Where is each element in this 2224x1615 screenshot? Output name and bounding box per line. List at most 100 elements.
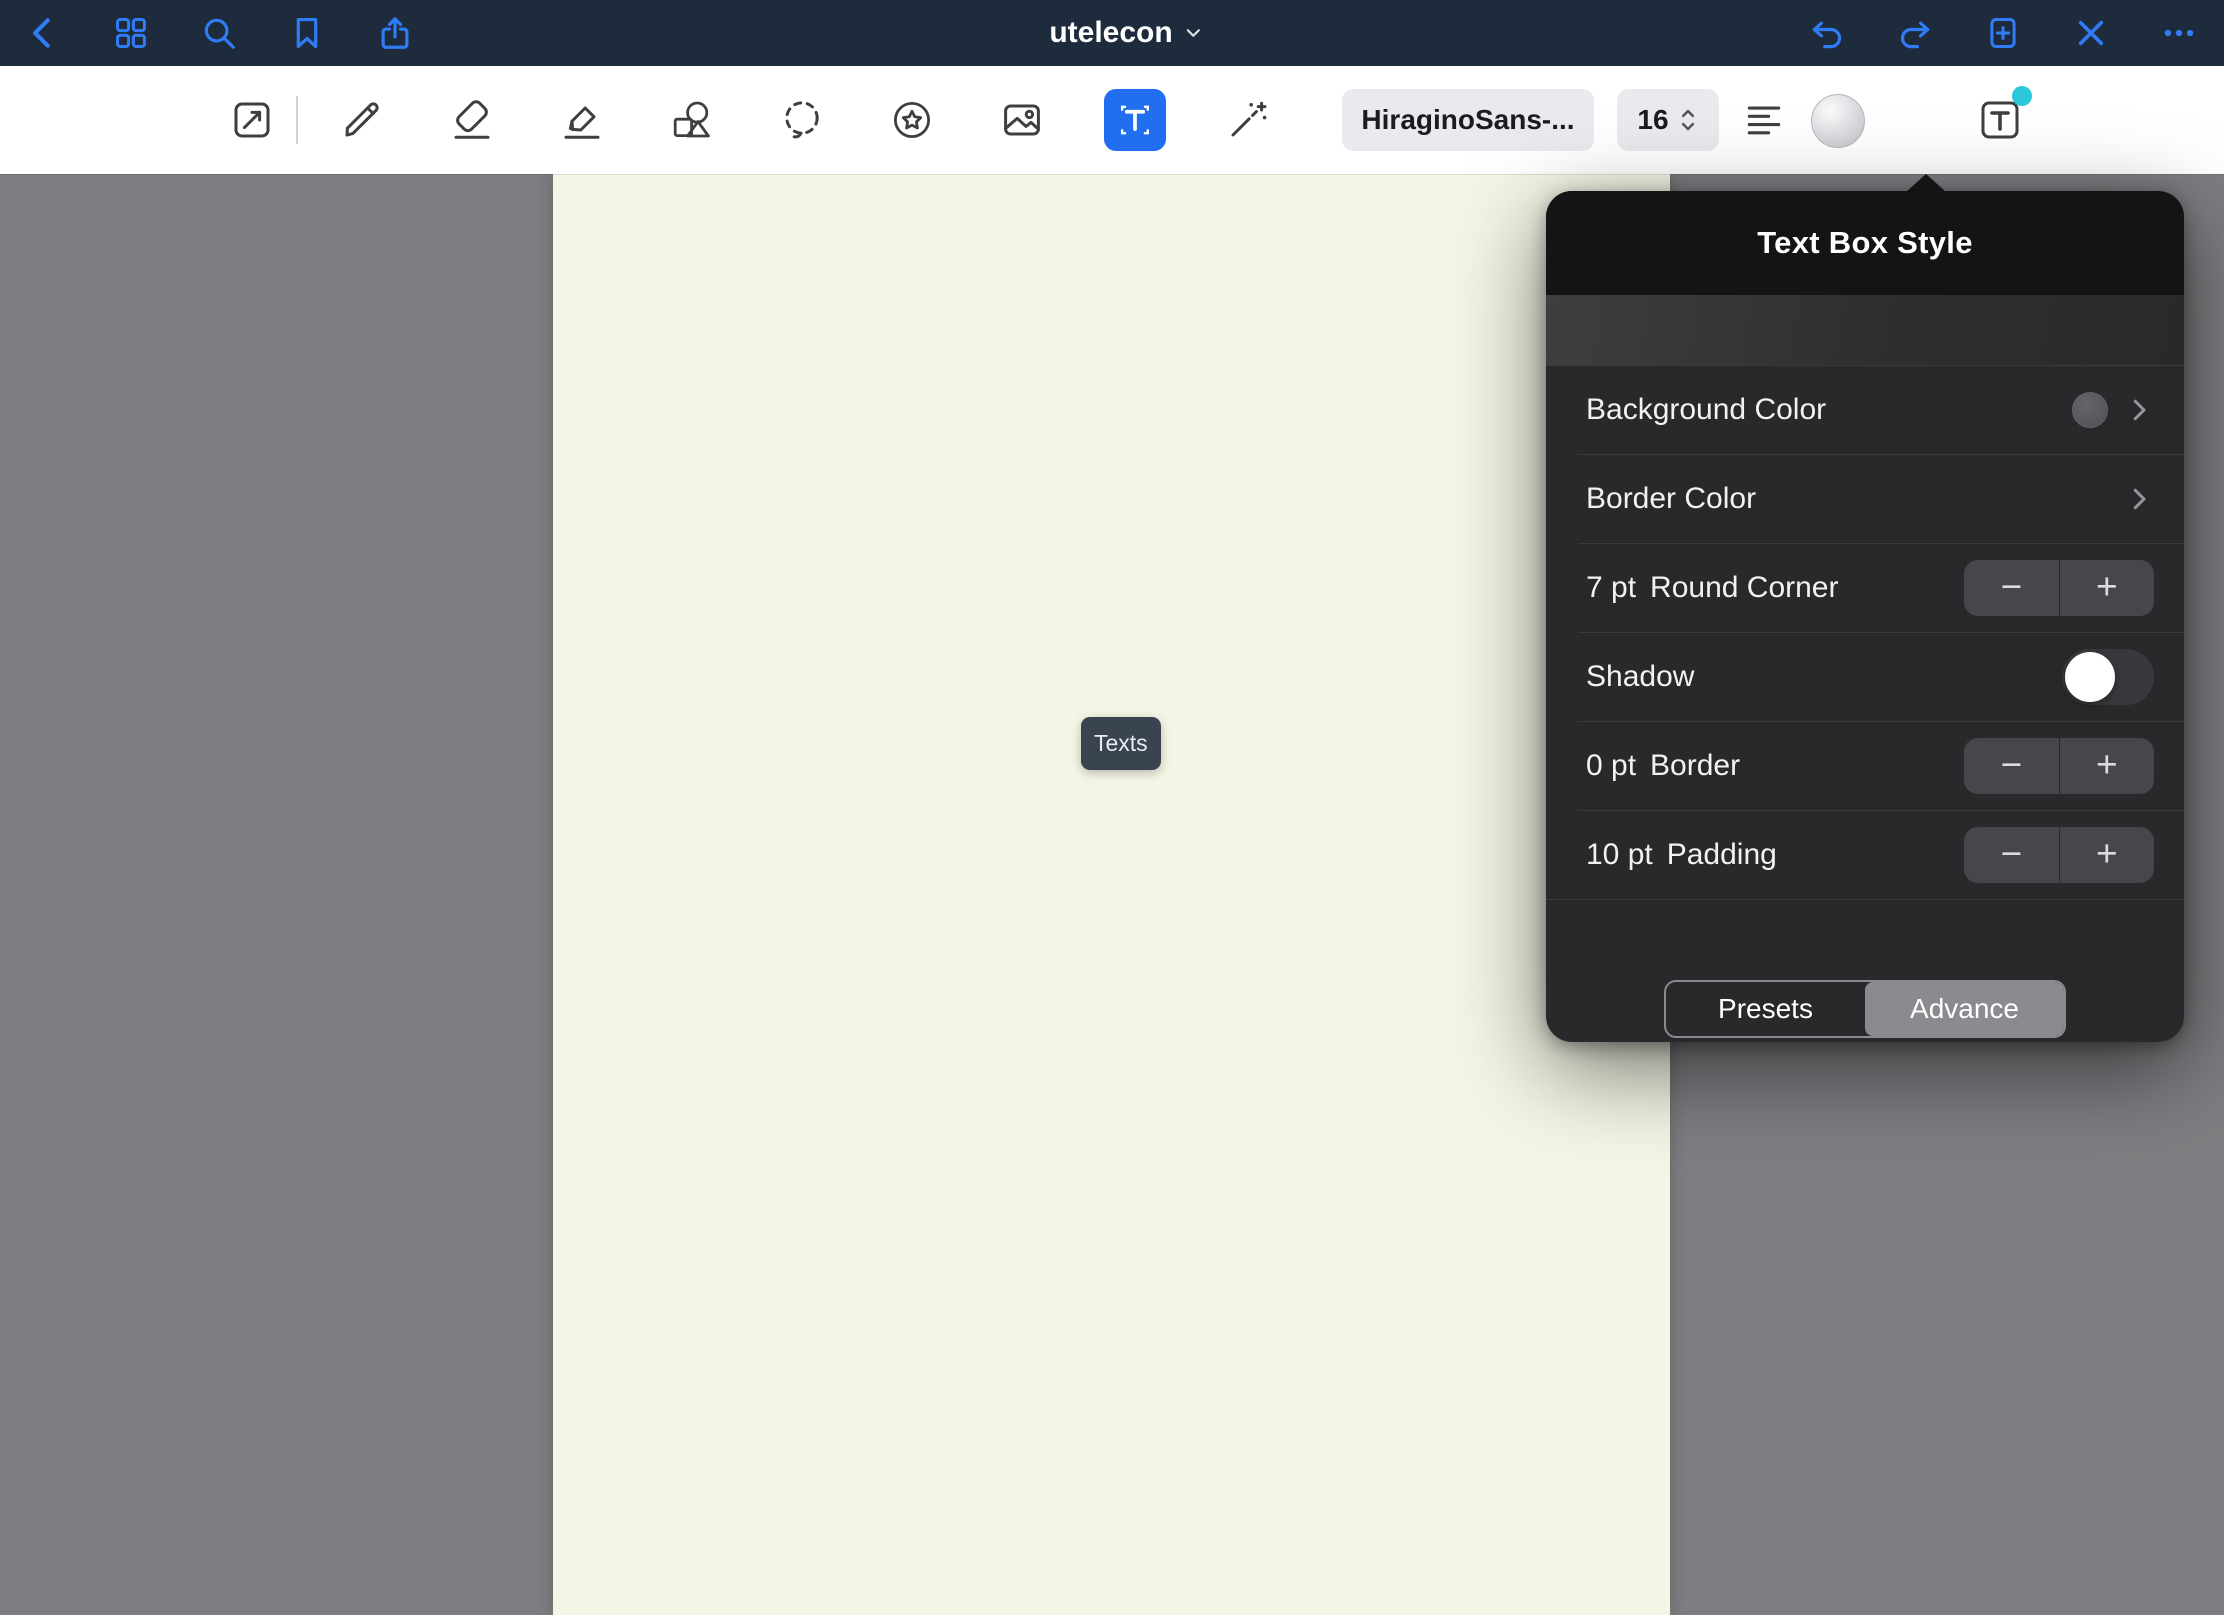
- segment-presets[interactable]: Presets: [1666, 982, 1865, 1036]
- highlighter-tool[interactable]: [554, 92, 610, 148]
- text-tool-icon: [1113, 98, 1157, 142]
- text-align-button[interactable]: [1736, 92, 1792, 148]
- row-border-color[interactable]: Border Color: [1578, 454, 2184, 543]
- text-tool[interactable]: [1104, 89, 1166, 151]
- page-view-tool[interactable]: [224, 92, 280, 148]
- grid-icon: [112, 14, 150, 52]
- text-color-button[interactable]: [1811, 94, 1865, 148]
- padding-label: Padding: [1667, 838, 1777, 872]
- size-up-down-icon: [1677, 105, 1699, 135]
- popover-header: Text Box Style: [1546, 191, 2184, 295]
- chevron-down-icon: [1183, 22, 1205, 44]
- back-button[interactable]: [21, 11, 65, 55]
- ellipsis-icon: [2160, 14, 2198, 52]
- border-width-value: 0 pt: [1586, 749, 1636, 783]
- font-name-label: HiraginoSans-...: [1361, 104, 1574, 136]
- chevron-right-icon: [2124, 484, 2154, 514]
- popover-arrow: [1906, 174, 1946, 192]
- bookmark-icon: [288, 14, 326, 52]
- text-box-style-popover: Text Box Style Background Color Border C…: [1546, 191, 2184, 1042]
- row-round-corner: 7 pt Round Corner − +: [1578, 543, 2184, 632]
- round-corner-increase-button[interactable]: +: [2059, 560, 2155, 616]
- row-padding: 10 pt Padding − +: [1578, 810, 2184, 899]
- align-left-icon: [1742, 98, 1786, 142]
- popover-footer: Presets Advance: [1546, 900, 2184, 1038]
- document-page[interactable]: [553, 174, 1670, 1615]
- eraser-icon: [448, 96, 496, 144]
- row-border-width: 0 pt Border − +: [1578, 721, 2184, 810]
- style-settings-list: Background Color Border Color 7 pt: [1546, 365, 2184, 900]
- toggle-knob: [2065, 652, 2115, 702]
- border-width-decrease-button[interactable]: −: [1964, 738, 2059, 794]
- bookmark-button[interactable]: [285, 11, 329, 55]
- redo-icon: [1896, 14, 1934, 52]
- background-color-label: Background Color: [1586, 393, 1826, 427]
- back-chevron-icon: [24, 14, 62, 52]
- text-box-object[interactable]: Texts: [1081, 717, 1161, 770]
- star-circle-icon: [888, 96, 936, 144]
- style-preview-strip: [1546, 295, 2184, 365]
- document-title: utelecon: [1049, 16, 1172, 50]
- add-page-button[interactable]: [1981, 11, 2025, 55]
- presets-advance-segmented-control: Presets Advance: [1664, 980, 2066, 1038]
- padding-stepper: − +: [1964, 827, 2154, 883]
- style-active-badge: [2012, 86, 2032, 106]
- elements-tool[interactable]: [884, 92, 940, 148]
- add-page-icon: [1984, 14, 2022, 52]
- top-bar-left-group: [21, 0, 417, 66]
- pen-tool[interactable]: [334, 92, 390, 148]
- border-color-label: Border Color: [1586, 482, 1756, 516]
- highlighter-icon: [558, 96, 606, 144]
- padding-value: 10 pt: [1586, 838, 1653, 872]
- search-button[interactable]: [197, 11, 241, 55]
- pen-icon: [338, 96, 386, 144]
- photo-tool[interactable]: [994, 92, 1050, 148]
- close-button[interactable]: [2069, 11, 2113, 55]
- search-icon: [200, 14, 238, 52]
- round-corner-label: Round Corner: [1650, 571, 1838, 605]
- undo-button[interactable]: [1805, 11, 1849, 55]
- app-screen: utelecon: [0, 0, 2224, 1615]
- font-name-button[interactable]: HiraginoSans-...: [1342, 89, 1594, 151]
- top-navigation-bar: utelecon: [0, 0, 2224, 66]
- row-background-color[interactable]: Background Color: [1546, 366, 2184, 454]
- lasso-icon: [778, 96, 826, 144]
- share-button[interactable]: [373, 11, 417, 55]
- text-box-content: Texts: [1094, 730, 1148, 756]
- shapes-tool[interactable]: [664, 92, 720, 148]
- share-icon: [376, 14, 414, 52]
- tool-toolbar: HiraginoSans-... 16: [0, 66, 2224, 174]
- popover-title: Text Box Style: [1757, 225, 1973, 261]
- document-title-button[interactable]: utelecon: [1049, 0, 1204, 66]
- border-width-stepper: − +: [1964, 738, 2154, 794]
- thumbnails-button[interactable]: [109, 11, 153, 55]
- tools-group: [224, 66, 1276, 174]
- page-view-icon: [228, 96, 276, 144]
- round-corner-value: 7 pt: [1586, 571, 1636, 605]
- lasso-tool[interactable]: [774, 92, 830, 148]
- round-corner-stepper: − +: [1964, 560, 2154, 616]
- text-box-style-button[interactable]: [1972, 92, 2028, 148]
- shapes-icon: [668, 96, 716, 144]
- photo-icon: [998, 96, 1046, 144]
- close-icon: [2072, 14, 2110, 52]
- padding-decrease-button[interactable]: −: [1964, 827, 2059, 883]
- font-size-stepper[interactable]: 16: [1617, 89, 1719, 151]
- font-size-value: 16: [1637, 104, 1668, 136]
- round-corner-decrease-button[interactable]: −: [1964, 560, 2059, 616]
- background-color-swatch: [2072, 392, 2108, 428]
- border-width-increase-button[interactable]: +: [2059, 738, 2155, 794]
- redo-button[interactable]: [1893, 11, 1937, 55]
- laser-pointer-icon: [1224, 96, 1272, 144]
- border-width-label: Border: [1650, 749, 1740, 783]
- shadow-label: Shadow: [1586, 660, 1694, 694]
- laser-tool[interactable]: [1220, 92, 1276, 148]
- padding-increase-button[interactable]: +: [2059, 827, 2155, 883]
- eraser-tool[interactable]: [444, 92, 500, 148]
- top-bar-right-group: [1805, 0, 2201, 66]
- more-button[interactable]: [2157, 11, 2201, 55]
- undo-icon: [1808, 14, 1846, 52]
- chevron-right-icon: [2124, 395, 2154, 425]
- segment-advance[interactable]: Advance: [1865, 982, 2064, 1036]
- shadow-toggle[interactable]: [2062, 649, 2154, 705]
